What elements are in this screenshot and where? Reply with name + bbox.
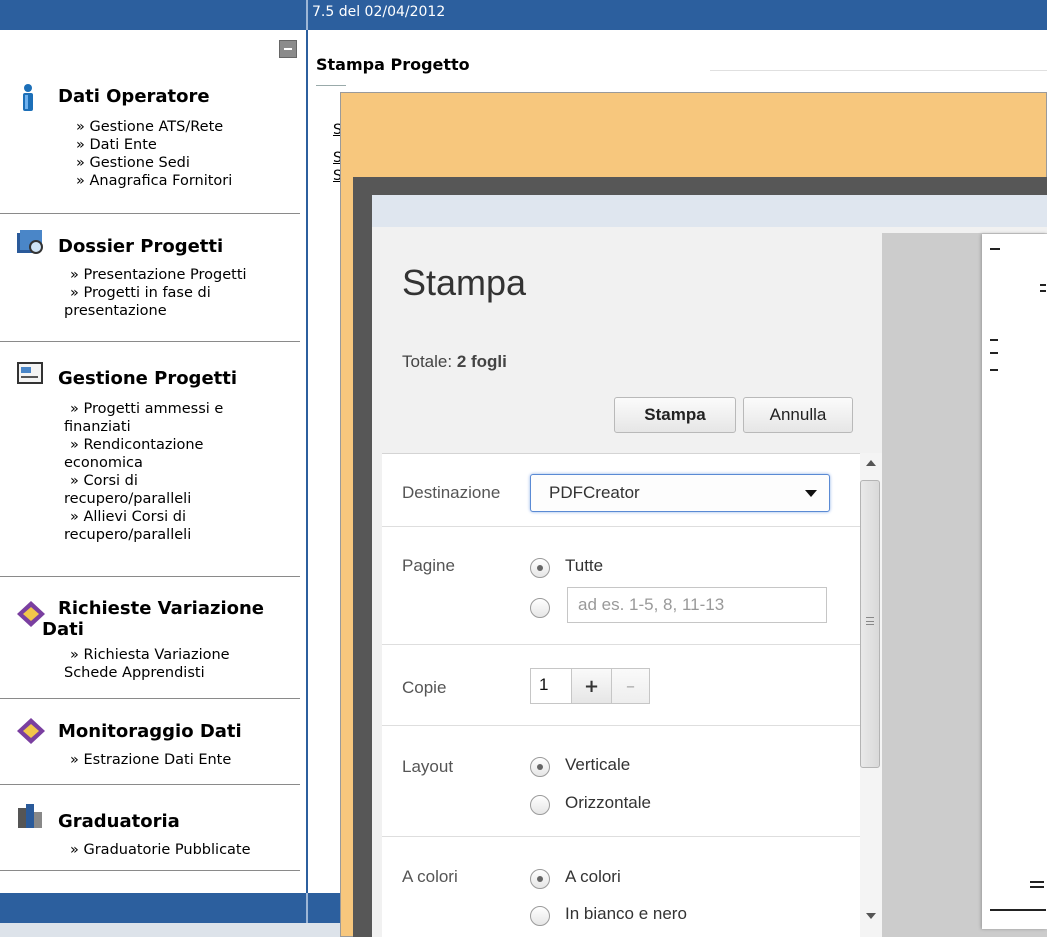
sidebar-link-progetti-ammessi-cont[interactable]: finanziati [64, 418, 223, 436]
sidebar-link-rendicontazione[interactable]: » Rendicontazione [70, 436, 223, 454]
color-label: A colori [402, 867, 458, 886]
copies-stepper: 1 + – [530, 668, 650, 704]
sidebar: Dati Operatore » Gestione ATS/Rete » Dat… [0, 30, 306, 893]
copies-label: Copie [402, 678, 447, 697]
copies-increment-button[interactable]: + [571, 669, 611, 703]
total-label: Totale: [402, 352, 453, 371]
destination-value: PDFCreator [549, 483, 640, 502]
print-dialog-title: Stampa [402, 262, 527, 303]
sidebar-link-progetti-fase-cont[interactable]: presentazione [64, 302, 247, 320]
pages-row: Pagine Tutte ad es. 1-5, 8, 11-13 [382, 527, 860, 645]
total-sheets: Totale: 2 fogli [402, 352, 507, 372]
layout-portrait-label: Verticale [565, 755, 631, 774]
sidebar-link-graduatorie-pubblicate[interactable]: » Graduatorie Pubblicate [70, 841, 251, 859]
destination-row: Destinazione PDFCreator [382, 454, 860, 527]
bottombar-divider [306, 893, 308, 923]
pages-range-input[interactable]: ad es. 1-5, 8, 11-13 [567, 587, 827, 623]
grip-icon [866, 617, 874, 625]
color-color-radio[interactable] [530, 869, 550, 889]
section-title-cont: Dati [42, 619, 84, 640]
dossier-icon [17, 230, 43, 254]
section-title: Gestione Progetti [58, 368, 238, 389]
collapse-sidebar-button[interactable] [279, 40, 297, 58]
ranking-icon [18, 804, 42, 828]
section-divider [0, 698, 300, 699]
cancel-button[interactable]: Annulla [743, 397, 853, 433]
print-preview-page [982, 234, 1047, 929]
section-divider [0, 341, 300, 342]
layout-row: Layout Verticale Orizzontale [382, 726, 860, 837]
color-bw-radio[interactable] [530, 906, 550, 926]
scroll-up-icon[interactable] [866, 460, 876, 466]
destination-label: Destinazione [402, 483, 501, 502]
destination-select[interactable]: PDFCreator [530, 474, 830, 512]
pages-range-placeholder: ad es. 1-5, 8, 11-13 [578, 595, 725, 614]
section-title: Monitoraggio Dati [58, 721, 242, 742]
layout-portrait-radio[interactable] [530, 757, 550, 777]
section-divider [0, 784, 300, 785]
scroll-down-icon[interactable] [866, 913, 876, 919]
sidebar-link-allievi-corsi-cont[interactable]: recupero/paralleli [64, 526, 223, 544]
header-underline [316, 85, 346, 86]
sidebar-link-richiesta-variazione[interactable]: » Richiesta Variazione [70, 646, 230, 664]
chevron-down-icon [805, 490, 817, 497]
layout-landscape-label: Orizzontale [565, 793, 651, 812]
preview-content [990, 248, 1046, 911]
section-divider [0, 576, 300, 577]
color-row: A colori A colori In bianco e nero [382, 837, 860, 937]
section-divider [0, 870, 300, 871]
section-title: Dossier Progetti [58, 236, 224, 257]
sidebar-link-gestione-ats[interactable]: » Gestione ATS/Rete [76, 118, 232, 136]
sidebar-link-presentazione-progetti[interactable]: » Presentazione Progetti [70, 266, 247, 284]
section-title: Dati Operatore [58, 86, 210, 107]
version-text: 7.5 del 02/04/2012 [312, 4, 446, 20]
sidebar-link-anagrafica-fornitori[interactable]: » Anagrafica Fornitori [76, 172, 232, 190]
sidebar-link-rendicontazione-cont[interactable]: economica [64, 454, 223, 472]
operator-info-icon [23, 84, 33, 111]
topbar-divider [306, 0, 308, 30]
top-bar: 7.5 del 02/04/2012 [0, 0, 1047, 30]
sidebar-link-allievi-corsi[interactable]: » Allievi Corsi di [70, 508, 223, 526]
pages-all-label: Tutte [565, 556, 604, 575]
column-divider [306, 30, 308, 937]
color-color-label: A colori [565, 867, 621, 886]
sidebar-link-dati-ente[interactable]: » Dati Ente [76, 136, 232, 154]
sidebar-link-corsi-recupero[interactable]: » Corsi di [70, 472, 223, 490]
color-bw-label: In bianco e nero [565, 904, 687, 923]
section-divider [0, 213, 300, 214]
pages-all-radio[interactable] [530, 558, 550, 578]
sidebar-link-estrazione-dati[interactable]: » Estrazione Dati Ente [70, 751, 231, 769]
copies-input[interactable]: 1 [539, 675, 548, 695]
sidebar-link-gestione-sedi[interactable]: » Gestione Sedi [76, 154, 232, 172]
sidebar-link-corsi-recupero-cont[interactable]: recupero/paralleli [64, 490, 223, 508]
project-management-icon [17, 362, 43, 384]
sidebar-link-progetti-fase[interactable]: » Progetti in fase di [70, 284, 247, 302]
pages-range-radio[interactable] [530, 598, 550, 618]
print-button[interactable]: Stampa [614, 397, 736, 433]
layout-landscape-radio[interactable] [530, 795, 550, 815]
copies-decrement-button[interactable]: – [611, 669, 649, 703]
print-dialog-topstrip [372, 195, 1047, 227]
monitoring-icon [17, 718, 45, 744]
section-title: Graduatoria [58, 811, 180, 832]
page-title: Stampa Progetto [316, 55, 470, 74]
layout-label: Layout [402, 757, 454, 776]
sidebar-link-progetti-ammessi[interactable]: » Progetti ammessi e [70, 400, 223, 418]
pages-label: Pagine [402, 556, 455, 575]
total-value: 2 fogli [456, 352, 507, 371]
section-title: Richieste Variazione [58, 598, 265, 619]
header-rule [710, 70, 1047, 71]
copies-row: Copie 1 + – [382, 645, 860, 726]
sidebar-link-richiesta-variazione-cont[interactable]: Schede Apprendisti [64, 664, 230, 682]
print-settings-panel: Destinazione PDFCreator Pagine Tutte ad … [382, 453, 860, 937]
